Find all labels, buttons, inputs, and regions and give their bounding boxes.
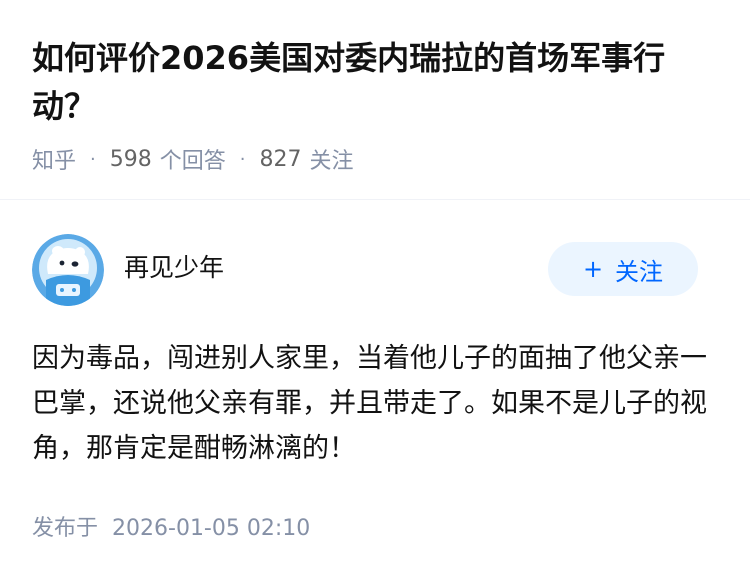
question-meta: 知乎 · 598 个回答 · 827 关注 — [32, 143, 718, 175]
followers-label: 关注 — [309, 149, 354, 174]
author-row: 再见少年 + 关注 — [0, 200, 750, 312]
polar-bear-astronaut-icon — [32, 234, 104, 306]
source-label[interactable]: 知乎 — [32, 143, 76, 175]
answers-label[interactable]: 个回答 — [160, 143, 226, 175]
publish-time: 2026-01-05 02:10 — [112, 516, 311, 541]
avatar[interactable] — [32, 234, 104, 306]
separator-dot: · — [90, 148, 96, 170]
follow-button[interactable]: + 关注 — [548, 242, 698, 296]
publish-info: 发布于 2026-01-05 02:10 — [32, 514, 310, 544]
author-name[interactable]: 再见少年 — [124, 252, 224, 284]
answer-content[interactable]: 因为毒品，闯进别人家里，当着他儿子的面抽了他父亲一巴掌，还说他父亲有罪，并且带走… — [32, 336, 722, 471]
publish-label: 发布于 — [32, 516, 99, 541]
question-header: 如何评价2026美国对委内瑞拉的首场军事行动？ 知乎 · 598 个回答 · 8… — [0, 0, 750, 174]
answer-card: 再见少年 + 关注 因为毒品，闯进别人家里，当着他儿子的面抽了他父亲一巴掌，还说… — [0, 200, 750, 541]
zhihu-question-page: 如何评价2026美国对委内瑞拉的首场军事行动？ 知乎 · 598 个回答 · 8… — [0, 0, 750, 580]
question-title[interactable]: 如何评价2026美国对委内瑞拉的首场军事行动？ — [32, 34, 712, 130]
followers-count: 827 — [259, 146, 302, 172]
answers-count: 598 — [109, 146, 152, 172]
follow-label: 关注 — [615, 257, 664, 286]
separator-dot: · — [239, 148, 246, 170]
plus-icon: + — [582, 255, 604, 283]
